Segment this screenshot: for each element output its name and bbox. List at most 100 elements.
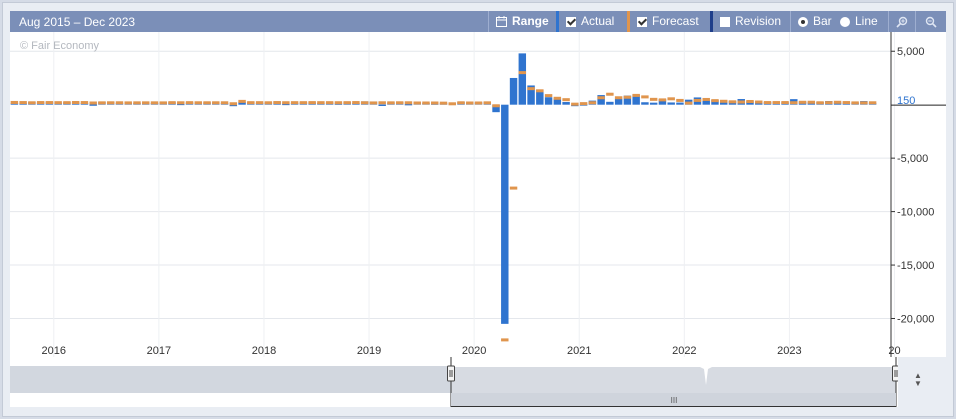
forecast-marker[interactable] <box>658 98 667 102</box>
forecast-marker[interactable] <box>728 100 737 104</box>
forecast-marker[interactable] <box>255 101 264 105</box>
actual-bar[interactable] <box>614 98 623 105</box>
actual-bar[interactable] <box>378 104 386 106</box>
forecast-marker[interactable] <box>772 101 780 105</box>
forecast-marker[interactable] <box>290 101 299 105</box>
actual-bar[interactable] <box>667 102 675 105</box>
revision-checkbox[interactable] <box>720 16 730 27</box>
forecast-marker[interactable] <box>352 101 360 105</box>
forecast-marker[interactable] <box>571 102 579 106</box>
forecast-marker[interactable] <box>833 100 842 104</box>
forecast-marker[interactable] <box>720 99 728 103</box>
actual-bar[interactable] <box>501 104 509 324</box>
forecast-marker[interactable] <box>474 101 483 105</box>
forecast-marker[interactable] <box>632 93 640 97</box>
forecast-checkbox[interactable] <box>637 16 647 27</box>
forecast-marker[interactable] <box>343 101 351 105</box>
forecast-marker[interactable] <box>588 101 597 105</box>
forecast-marker[interactable] <box>422 101 430 105</box>
forecast-marker[interactable] <box>203 101 211 105</box>
actual-bar[interactable] <box>641 102 649 105</box>
forecast-marker[interactable] <box>693 98 702 102</box>
forecast-marker[interactable] <box>360 101 369 105</box>
forecast-marker[interactable] <box>71 101 80 105</box>
forecast-marker[interactable] <box>667 97 675 101</box>
actual-bar[interactable] <box>544 97 553 105</box>
forecast-marker[interactable] <box>220 101 229 105</box>
forecast-marker[interactable] <box>124 101 132 105</box>
forecast-marker[interactable] <box>395 101 404 105</box>
navigator-left-handle[interactable] <box>447 365 455 382</box>
forecast-marker[interactable] <box>825 101 833 105</box>
forecast-marker[interactable] <box>369 101 378 105</box>
forecast-marker[interactable] <box>737 100 745 104</box>
forecast-marker[interactable] <box>623 95 632 99</box>
forecast-marker[interactable] <box>299 101 308 105</box>
forecast-toggle[interactable]: Forecast <box>637 11 699 32</box>
forecast-marker[interactable] <box>264 101 273 105</box>
forecast-marker[interactable] <box>247 101 255 105</box>
actual-bar[interactable] <box>676 102 684 105</box>
forecast-marker[interactable] <box>763 101 772 105</box>
forecast-marker[interactable] <box>501 338 509 342</box>
actual-checkbox[interactable] <box>566 16 576 27</box>
forecast-marker[interactable] <box>28 101 36 105</box>
forecast-marker[interactable] <box>868 101 877 105</box>
line-radio[interactable] <box>840 16 850 27</box>
forecast-marker[interactable] <box>746 99 754 103</box>
forecast-marker[interactable] <box>378 101 386 105</box>
forecast-marker[interactable] <box>36 101 45 105</box>
forecast-marker[interactable] <box>860 101 868 105</box>
forecast-marker[interactable] <box>527 87 535 91</box>
bar-radio[interactable] <box>798 16 808 27</box>
zoom-out-button[interactable] <box>919 11 943 32</box>
forecast-marker[interactable] <box>457 101 465 105</box>
navigator-scroll-arrows[interactable]: ▲ ▼ <box>914 372 922 388</box>
forecast-marker[interactable] <box>702 97 710 101</box>
forecast-marker[interactable] <box>431 101 439 105</box>
forecast-marker[interactable] <box>89 101 97 105</box>
forecast-marker[interactable] <box>98 101 106 105</box>
forecast-marker[interactable] <box>45 101 54 105</box>
actual-bar[interactable] <box>89 104 97 106</box>
range-button[interactable]: Range <box>496 11 549 32</box>
forecast-marker[interactable] <box>273 101 281 105</box>
actual-toggle[interactable]: Actual <box>566 11 614 32</box>
forecast-marker[interactable] <box>807 100 816 104</box>
forecast-marker[interactable] <box>63 101 71 105</box>
forecast-marker[interactable] <box>544 94 553 98</box>
forecast-marker[interactable] <box>334 101 343 105</box>
forecast-marker[interactable] <box>641 95 649 99</box>
actual-bar[interactable] <box>649 102 658 105</box>
forecast-marker[interactable] <box>553 96 562 100</box>
forecast-marker[interactable] <box>842 101 851 105</box>
forecast-marker[interactable] <box>142 101 150 105</box>
forecast-marker[interactable] <box>798 100 807 104</box>
forecast-marker[interactable] <box>150 101 159 105</box>
forecast-marker[interactable] <box>684 101 693 105</box>
line-style-option[interactable]: Line <box>840 11 878 32</box>
zoom-in-button[interactable] <box>890 11 914 32</box>
forecast-marker[interactable] <box>755 100 763 104</box>
forecast-marker[interactable] <box>194 101 203 105</box>
range-navigator[interactable]: III <box>10 357 900 407</box>
forecast-marker[interactable] <box>80 101 89 105</box>
forecast-marker[interactable] <box>492 104 500 108</box>
forecast-marker[interactable] <box>790 101 798 105</box>
forecast-marker[interactable] <box>439 101 448 105</box>
forecast-marker[interactable] <box>518 71 527 75</box>
forecast-marker[interactable] <box>816 101 824 105</box>
actual-bar[interactable] <box>509 77 518 105</box>
forecast-marker[interactable] <box>851 101 859 105</box>
forecast-marker[interactable] <box>781 101 789 105</box>
revision-toggle[interactable]: Revision <box>720 11 781 32</box>
scroll-down-icon[interactable]: ▼ <box>914 380 922 388</box>
forecast-marker[interactable] <box>106 101 115 105</box>
forecast-marker[interactable] <box>177 101 185 105</box>
forecast-marker[interactable] <box>649 97 658 101</box>
forecast-marker[interactable] <box>212 101 220 105</box>
forecast-marker[interactable] <box>387 101 395 105</box>
forecast-marker[interactable] <box>325 101 334 105</box>
actual-bar[interactable] <box>518 53 527 105</box>
forecast-marker[interactable] <box>238 99 246 103</box>
